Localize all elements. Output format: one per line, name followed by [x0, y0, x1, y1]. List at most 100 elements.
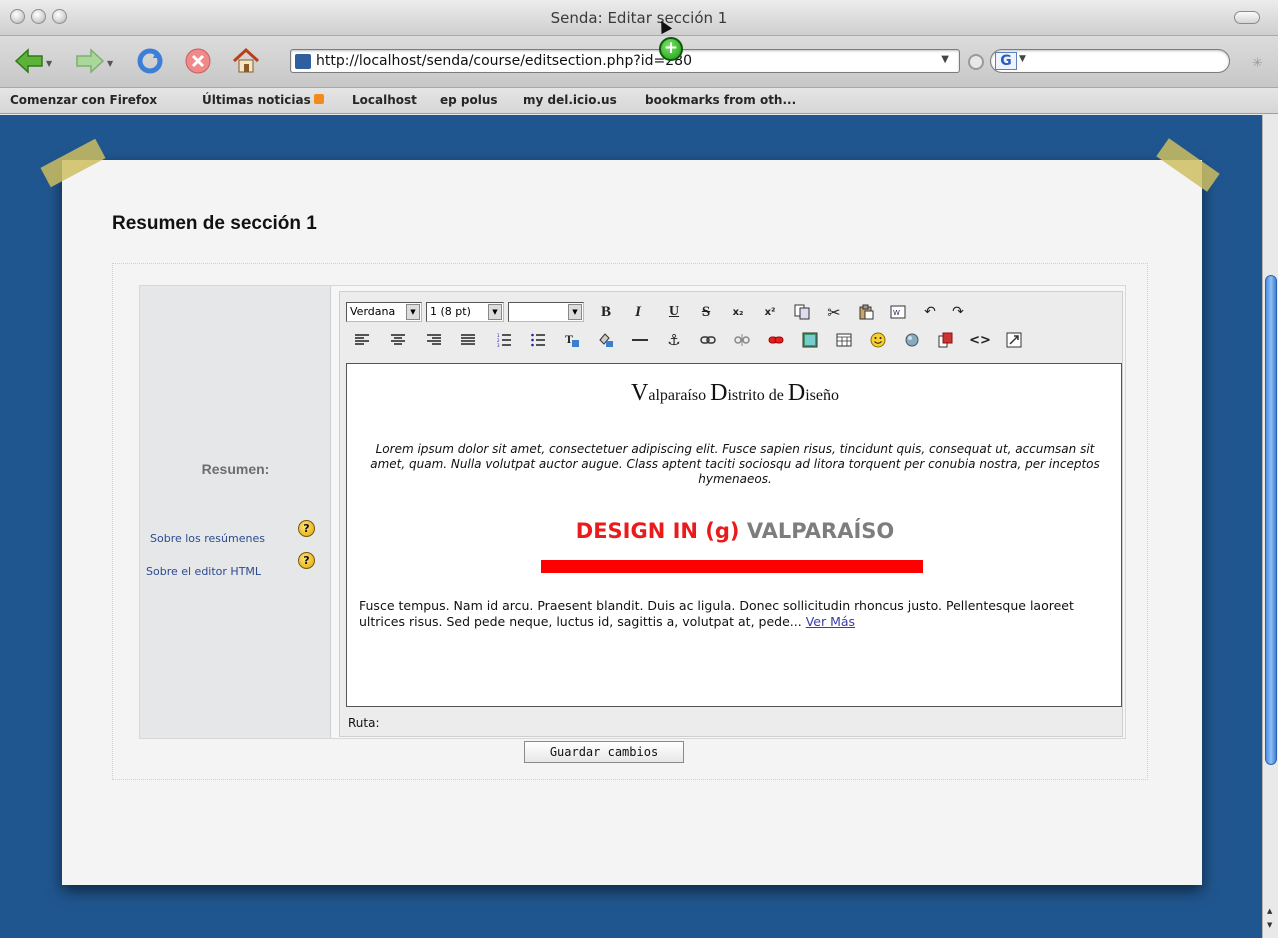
search-engine-caret-icon[interactable]: ▼: [1019, 54, 1026, 64]
scroll-up-arrow-icon[interactable]: ▲: [1267, 907, 1272, 915]
format-select[interactable]: ▼: [508, 302, 584, 322]
forward-button[interactable]: [75, 46, 105, 76]
link-button[interactable]: [696, 329, 720, 351]
align-right-button[interactable]: [422, 329, 446, 351]
bookmarks-toolbar: Comenzar con Firefox Últimas noticias Lo…: [0, 88, 1278, 114]
page-scrollbar[interactable]: ▲ ▼: [1262, 115, 1278, 938]
redo-button[interactable]: ↷: [946, 301, 970, 323]
search-replace-button[interactable]: [934, 329, 958, 351]
redo-icon: ↷: [952, 304, 964, 320]
body-paragraph: Fusce tempus. Nam id arcu. Praesent blan…: [359, 598, 1111, 630]
special-char-button[interactable]: [900, 329, 924, 351]
page-title: Resumen de sección 1: [112, 213, 317, 234]
heading-cap: D: [787, 380, 806, 406]
tape-decoration: [40, 138, 106, 188]
url-history-caret-icon[interactable]: ▼: [941, 54, 949, 65]
fullscreen-icon: [1006, 332, 1022, 348]
bookmark-localhost[interactable]: Localhost: [352, 93, 417, 107]
search-box[interactable]: G ▼: [990, 49, 1230, 73]
help-icon[interactable]: ?: [298, 520, 315, 537]
bookmark-comenzar[interactable]: Comenzar con Firefox: [10, 93, 157, 107]
superscript-button[interactable]: x²: [758, 301, 782, 323]
size-select[interactable]: 1 (8 pt) ▼: [426, 302, 504, 322]
google-engine-icon[interactable]: G: [995, 52, 1017, 70]
undo-button[interactable]: ↶: [918, 301, 942, 323]
drag-add-badge-icon: +: [659, 37, 683, 61]
forward-history-caret-icon[interactable]: ▼: [107, 59, 113, 68]
about-html-editor-link[interactable]: Sobre el editor HTML: [146, 565, 261, 578]
bookmark-ultimas-noticias[interactable]: Últimas noticias: [202, 93, 324, 107]
font-select-value: Verdana: [350, 305, 396, 318]
ordered-list-icon: 123: [497, 333, 511, 347]
page-viewport: Resumen de sección 1 Resumen: Sobre los …: [0, 115, 1262, 938]
bookmark-ep-polus[interactable]: ep polus: [440, 93, 498, 107]
ver-mas-link[interactable]: Ver Más: [806, 614, 855, 629]
fullscreen-button[interactable]: [1002, 329, 1026, 351]
chevron-down-icon: ▼: [406, 304, 420, 320]
copy-icon: [794, 304, 810, 320]
editor-toolbar-row-1: Verdana ▼ 1 (8 pt) ▼ ▼ B I U S x₂ x² ✂ W ↶: [346, 298, 1116, 326]
forward-arrow-icon: [76, 48, 105, 74]
reload-button[interactable]: [135, 46, 165, 76]
red-divider-bar: [541, 560, 923, 573]
editor-content-area[interactable]: Valparaíso Distrito de Diseño Lorem ipsu…: [346, 363, 1122, 707]
underline-button[interactable]: U: [662, 301, 686, 323]
strikethrough-button[interactable]: S: [694, 301, 718, 323]
paste-word-button[interactable]: W: [886, 301, 910, 323]
stop-button[interactable]: [183, 46, 213, 76]
svg-text:3: 3: [497, 343, 500, 347]
heading-cap: D: [710, 380, 728, 406]
text-color-button[interactable]: T: [560, 329, 584, 351]
heading-text: iseño: [805, 387, 839, 404]
italic-button[interactable]: I: [626, 301, 650, 323]
justify-button[interactable]: [456, 329, 480, 351]
font-select[interactable]: Verdana ▼: [346, 302, 422, 322]
highlight-color-icon: [599, 333, 613, 347]
prevent-link-button[interactable]: [764, 329, 788, 351]
back-button[interactable]: [14, 46, 44, 76]
scrollbar-thumb[interactable]: [1265, 275, 1277, 765]
home-button[interactable]: [231, 46, 261, 76]
address-bar[interactable]: http://localhost/senda/course/editsectio…: [290, 49, 960, 73]
bold-button[interactable]: B: [594, 301, 618, 323]
bookmark-from-other[interactable]: bookmarks from oth...: [645, 93, 796, 107]
scroll-down-arrow-icon[interactable]: ▼: [1267, 921, 1272, 929]
save-changes-button[interactable]: Guardar cambios: [524, 741, 684, 763]
body-paragraph-text: Fusce tempus. Nam id arcu. Praesent blan…: [359, 598, 1074, 629]
paste-button[interactable]: [854, 301, 878, 323]
anchor-button[interactable]: ⚓: [662, 329, 686, 351]
unlink-button[interactable]: [730, 329, 754, 351]
align-center-button[interactable]: [386, 329, 410, 351]
copy-button[interactable]: [790, 301, 814, 323]
bookmark-delicious[interactable]: my del.icio.us: [523, 93, 617, 107]
svg-text:W: W: [893, 309, 900, 317]
code-icon: <>: [969, 332, 991, 348]
html-source-button[interactable]: <>: [968, 329, 992, 351]
insert-image-button[interactable]: [798, 329, 822, 351]
help-icon[interactable]: ?: [298, 552, 315, 569]
heading-text: istrito de: [727, 387, 788, 404]
toolbar-toggle-button[interactable]: [1234, 11, 1260, 24]
undo-icon: ↶: [924, 304, 936, 320]
editor-toolbar-row-2: 123 T ⚓ <>: [346, 326, 1116, 354]
search-replace-icon: [938, 332, 953, 348]
insert-table-button[interactable]: [832, 329, 856, 351]
highlight-color-button[interactable]: [594, 329, 618, 351]
ordered-list-button[interactable]: 123: [492, 329, 516, 351]
cut-button[interactable]: ✂: [822, 301, 846, 323]
unordered-list-icon: [531, 333, 545, 347]
go-button[interactable]: [968, 54, 984, 70]
back-history-caret-icon[interactable]: ▼: [46, 59, 52, 68]
table-icon: [836, 333, 852, 347]
insert-smiley-button[interactable]: [866, 329, 890, 351]
horizontal-rule-button[interactable]: [628, 329, 652, 351]
rss-feed-icon: [313, 94, 324, 104]
align-left-button[interactable]: [350, 329, 374, 351]
about-summaries-link[interactable]: Sobre los resúmenes: [150, 532, 265, 545]
subscript-button[interactable]: x₂: [726, 301, 750, 323]
svg-text:T: T: [565, 332, 573, 346]
navigation-toolbar: ▼ ▼ http://localhost/senda/course/editse…: [0, 36, 1278, 88]
unlink-icon: [734, 334, 750, 346]
unordered-list-button[interactable]: [526, 329, 550, 351]
url-text[interactable]: http://localhost/senda/course/editsectio…: [316, 53, 692, 69]
